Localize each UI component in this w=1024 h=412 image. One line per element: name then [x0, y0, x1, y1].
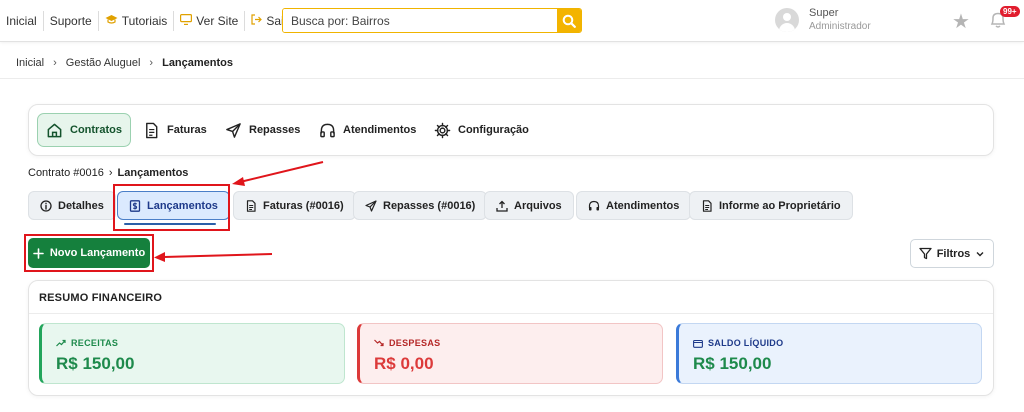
stat-card-despesas: DESPESAS R$ 0,00: [357, 323, 663, 384]
tab-faturas[interactable]: Faturas: [135, 113, 215, 147]
contract-number: Contrato #0016: [28, 167, 104, 179]
send-icon: [226, 122, 241, 138]
stat-label: RECEITAS: [56, 338, 118, 348]
subtab-informe-proprietario[interactable]: Informe ao Proprietário: [689, 191, 853, 220]
subtab-atendimentos[interactable]: Atendimentos: [576, 191, 692, 220]
tab-contratos[interactable]: Contratos: [37, 113, 131, 147]
tab-label: Atendimentos: [343, 124, 417, 136]
breadcrumb-current: Lançamentos: [162, 57, 234, 69]
tab-label: Faturas: [167, 124, 207, 136]
module-nav: Contratos Faturas Repasses Atendimentos …: [28, 104, 994, 156]
stat-label-text: SALDO LÍQUIDO: [708, 338, 784, 348]
annotation-arrow: [154, 252, 273, 262]
subtab-label: Faturas (#0016): [263, 199, 344, 212]
chevron-right-icon: ›: [108, 167, 113, 179]
divider: [29, 313, 993, 314]
subtab-faturas[interactable]: Faturas (#0016): [233, 191, 356, 220]
stat-card-receitas: RECEITAS R$ 150,00: [39, 323, 345, 384]
upload-icon: [496, 200, 508, 212]
star-icon[interactable]: ★: [952, 9, 970, 34]
top-bar: Inicial Suporte Tutoriais Ver Site Sair: [0, 0, 1024, 42]
subtab-label: Arquivos: [514, 199, 562, 212]
tab-label: Repasses: [249, 124, 301, 136]
search-bar: [282, 8, 582, 33]
annotation-arrow: [232, 161, 324, 186]
nav-link-inicial[interactable]: Inicial: [0, 11, 44, 31]
gear-icon: [434, 122, 451, 138]
breadcrumb-item[interactable]: Inicial: [16, 57, 44, 69]
user-role: Administrador: [809, 21, 871, 32]
annotation-box: [113, 184, 230, 231]
search-input[interactable]: [283, 9, 557, 32]
document-icon: [246, 199, 256, 212]
new-lancamento-button[interactable]: Novo Lançamento: [28, 238, 150, 268]
nav-link-ver-site[interactable]: Ver Site: [174, 11, 246, 31]
search-button[interactable]: [557, 9, 581, 32]
user-menu[interactable]: Super Administrador: [775, 7, 871, 33]
breadcrumb-item[interactable]: Gestão Aluguel: [66, 57, 141, 69]
search-icon: [562, 14, 576, 28]
avatar: [775, 8, 799, 32]
stat-label: DESPESAS: [374, 338, 440, 348]
send-icon: [365, 199, 377, 212]
tab-atendimentos[interactable]: Atendimentos: [311, 113, 424, 147]
chevron-right-icon: ›: [149, 57, 154, 69]
nav-label: Inicial: [6, 14, 37, 28]
contract-section: Lançamentos: [117, 167, 189, 179]
button-label: Filtros: [936, 247, 971, 260]
info-icon: [40, 199, 52, 212]
headphones-icon: [320, 123, 335, 137]
plus-icon: [33, 247, 44, 259]
logout-icon: [251, 14, 263, 28]
nav-link-suporte[interactable]: Suporte: [44, 11, 99, 31]
stat-label: SALDO LÍQUIDO: [693, 338, 783, 348]
subtab-label: Informe ao Proprietário: [719, 199, 841, 212]
home-icon: [47, 123, 62, 137]
subtab-label: Atendimentos: [606, 199, 680, 212]
subtab-repasses[interactable]: Repasses (#0016): [353, 191, 488, 220]
tab-configuracao[interactable]: Configuração: [426, 113, 537, 147]
graduation-cap-icon: [105, 14, 118, 28]
tab-label: Configuração: [458, 124, 529, 136]
chevron-down-icon: [976, 251, 984, 256]
wallet-icon: [693, 339, 703, 348]
nav-label: Tutoriais: [121, 14, 168, 28]
user-name: Super: [809, 7, 839, 19]
trending-up-icon: [56, 339, 66, 347]
stat-value: R$ 150,00: [56, 354, 135, 373]
tab-label: Contratos: [70, 124, 122, 136]
contract-title: Contrato #0016 › Lançamentos: [28, 167, 188, 179]
stat-label-text: DESPESAS: [389, 338, 441, 348]
breadcrumb: Inicial › Gestão Aluguel › Lançamentos: [16, 57, 233, 69]
subtab-label: Detalhes: [58, 199, 104, 212]
trending-down-icon: [374, 339, 384, 347]
document-icon: [146, 122, 158, 138]
subtab-arquivos[interactable]: Arquivos: [484, 191, 574, 220]
top-nav: Inicial Suporte Tutoriais Ver Site Sair: [0, 0, 294, 42]
divider: [0, 78, 1024, 79]
headphones-icon: [588, 200, 600, 210]
chevron-right-icon: ›: [53, 57, 57, 69]
subtab-detalhes[interactable]: Detalhes: [28, 191, 116, 220]
tab-repasses[interactable]: Repasses: [217, 113, 308, 147]
nav-label: Ver Site: [196, 14, 239, 28]
summary-title: RESUMO FINANCEIRO: [39, 292, 163, 304]
financial-summary: RESUMO FINANCEIRO RECEITAS R$ 150,00 DES…: [28, 280, 994, 396]
filter-icon: [919, 247, 932, 260]
stat-value: R$ 0,00: [374, 354, 434, 373]
document-icon: [702, 199, 712, 212]
nav-label: Suporte: [49, 14, 92, 28]
stat-label-text: RECEITAS: [71, 338, 119, 348]
filter-button[interactable]: Filtros: [910, 239, 994, 268]
stat-value: R$ 150,00: [693, 354, 772, 373]
notification-badge: 99+: [1000, 6, 1020, 17]
subtab-label: Repasses (#0016): [383, 199, 476, 212]
monitor-icon: [180, 14, 193, 28]
button-label: Novo Lançamento: [49, 247, 146, 259]
nav-link-tutoriais[interactable]: Tutoriais: [99, 11, 175, 31]
stat-card-saldo: SALDO LÍQUIDO R$ 150,00: [676, 323, 982, 384]
